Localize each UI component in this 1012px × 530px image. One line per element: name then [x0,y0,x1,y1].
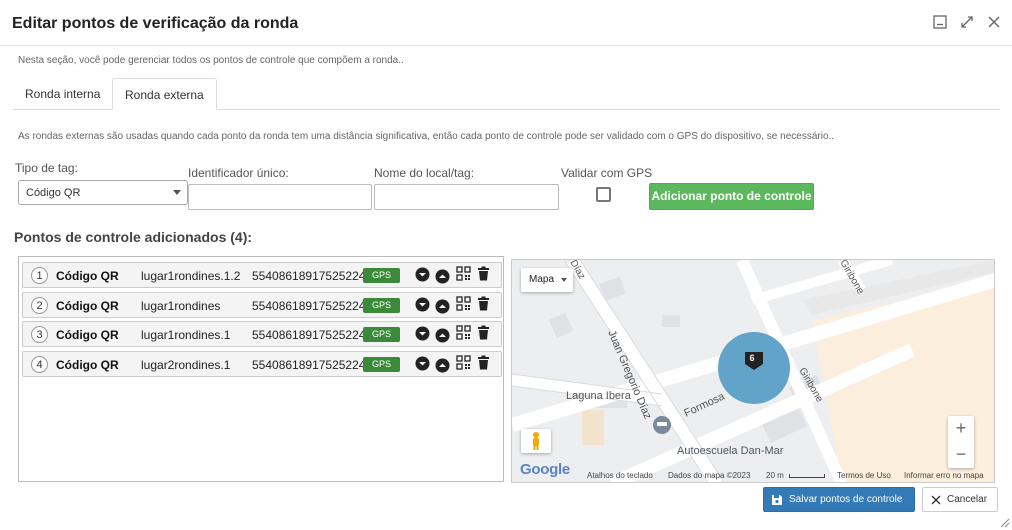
qr-code-icon[interactable] [456,266,471,281]
move-up-icon[interactable] [435,269,450,284]
cluster-count: 6 [749,353,754,363]
checkpoint-row: 2 Código QR lugar1rondines 5540861891752… [22,292,502,318]
checkpoint-id: 55408618917525224 [252,358,366,372]
checkpoint-id: 55408618917525224 [252,299,366,313]
trash-icon[interactable] [476,266,491,281]
google-logo: Google [520,461,570,478]
save-button-label: Salvar pontos de controle [789,494,903,505]
move-down-icon[interactable] [415,297,430,312]
report-error-link[interactable]: Informar erro no mapa [904,471,984,480]
dialog-titlebar: Editar pontos de verificação da ronda [0,0,1012,46]
move-up-icon[interactable] [435,358,450,373]
checkpoint-location: lugar1rondines.1 [141,328,231,342]
checkpoint-type: Código QR [56,328,119,342]
street-label: Laguna Ibera [566,390,632,402]
close-icon[interactable] [985,13,1002,30]
trash-icon[interactable] [476,296,491,311]
checkpoint-list: 1 Código QR lugar1rondines.1.2 554086189… [18,256,504,482]
tab-ronda-interna[interactable]: Ronda interna [13,78,112,110]
cancel-button[interactable]: Cancelar [922,487,998,512]
keyboard-shortcuts-link[interactable]: Atalhos do teclado [587,471,653,480]
map-data-text: Dados do mapa ©2023 [668,471,751,480]
zoom-in-button[interactable]: + [948,416,974,442]
save-checkpoints-button[interactable]: Salvar pontos de controle [763,487,915,512]
tag-type-label: Tipo de tag: [15,161,78,175]
scale-bar [789,474,825,478]
added-checkpoints-title: Pontos de controle adicionados (4): [14,229,253,245]
move-up-icon[interactable] [435,328,450,343]
checkpoint-number: 1 [31,267,48,284]
gps-badge: GPS [363,327,400,342]
checkpoint-id: 55408618917525224 [252,269,366,283]
cancel-button-label: Cancelar [947,494,988,505]
tag-type-select[interactable]: Código QR [18,180,188,205]
street-view-pegman[interactable] [521,429,551,453]
map-type-label: Mapa [529,274,555,285]
trash-icon[interactable] [476,355,491,370]
caret-down-icon [561,278,567,282]
close-icon [931,495,941,505]
edit-checkpoints-dialog: Editar pontos de verificação da ronda Ne… [0,0,1012,530]
tab-bar: Ronda interna Ronda externa [13,78,1000,110]
gps-validate-label: Validar com GPS [561,166,653,180]
checkpoint-row: 4 Código QR lugar2rondines.1 55408618917… [22,351,502,377]
zoom-out-button[interactable]: − [948,442,974,468]
move-up-icon[interactable] [435,299,450,314]
tab-ronda-externa[interactable]: Ronda externa [112,78,217,110]
checkpoint-type: Código QR [56,358,119,372]
qr-code-icon[interactable] [456,325,471,340]
move-down-icon[interactable] [415,356,430,371]
checkpoint-location: lugar1rondines.1.2 [141,269,241,283]
checkpoint-number: 4 [31,356,48,373]
checkpoint-row: 1 Código QR lugar1rondines.1.2 554086189… [22,262,502,288]
caret-down-icon [173,190,181,195]
save-icon [772,495,782,505]
scale-label: 20 m [766,471,784,480]
dialog-title: Editar pontos de verificação da ronda [12,15,299,32]
gps-badge: GPS [363,268,400,283]
map-view[interactable]: 6 Juan Gregorio Díaz Díaz Laguna Ibera F… [511,259,995,483]
add-checkpoint-button[interactable]: Adicionar ponto de controle [649,183,814,210]
checkpoint-row: 3 Código QR lugar1rondines.1 55408618917… [22,321,502,347]
unique-id-input[interactable] [188,184,372,210]
checkpoint-type: Código QR [56,299,119,313]
move-down-icon[interactable] [415,267,430,282]
unique-id-label: Identificador único: [188,166,289,180]
external-round-description: As rondas externas são usadas quando cad… [18,131,835,142]
map-type-button[interactable]: Mapa [521,268,573,292]
location-name-input[interactable] [374,184,559,210]
checkpoint-location: lugar1rondines [141,299,221,313]
location-name-label: Nome do local/tag: [374,166,475,180]
poi-label: Autoescuela Dan-Mar [677,445,784,457]
pegman-icon [533,432,539,450]
map-canvas[interactable]: 6 Juan Gregorio Díaz Díaz Laguna Ibera F… [512,260,995,483]
tag-type-value: Código QR [26,187,81,199]
window-controls [931,13,1002,30]
gps-validate-checkbox[interactable] [596,187,611,202]
minimize-icon[interactable] [931,13,948,30]
checkpoint-id: 55408618917525224 [252,328,366,342]
qr-code-icon[interactable] [456,296,471,311]
checkpoint-number: 2 [31,297,48,314]
dialog-subtitle: Nesta seção, você pode gerenciar todos o… [18,55,404,66]
move-down-icon[interactable] [415,326,430,341]
expand-icon[interactable] [958,13,975,30]
terms-link[interactable]: Termos de Uso [837,471,891,480]
trash-icon[interactable] [476,325,491,340]
checkpoint-type: Código QR [56,269,119,283]
gps-badge: GPS [363,298,400,313]
qr-code-icon[interactable] [456,355,471,370]
checkpoint-location: lugar2rondines.1 [141,358,231,372]
zoom-controls: + − [948,416,974,468]
gps-badge: GPS [363,357,400,372]
resize-handle-icon[interactable] [998,516,1010,528]
checkpoint-number: 3 [31,326,48,343]
